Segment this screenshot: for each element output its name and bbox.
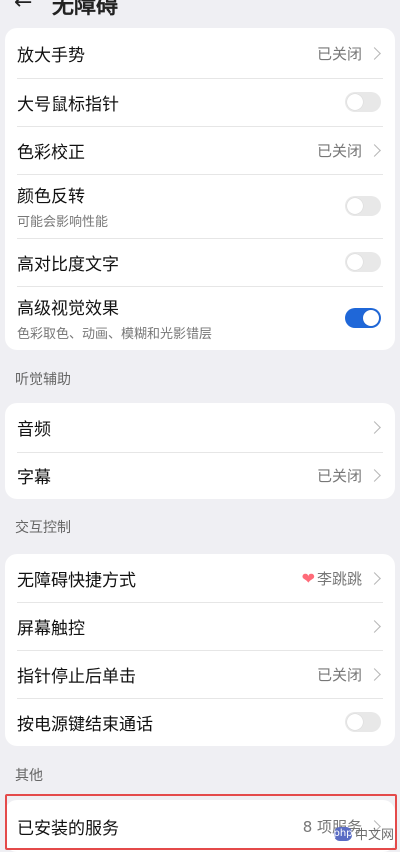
heart-icon: ❤ [301,568,315,588]
row-screen-touch[interactable]: 屏幕触控 [5,602,395,650]
chevron-right-icon [368,46,381,60]
toggle-knob [347,254,363,270]
row-subtitle: 可能会影响性能 [17,215,109,230]
row-label: 按电源键结束通话 [17,714,153,735]
row-value: 已关闭 [316,44,362,63]
page-title: 无障碍 [52,0,119,16]
chevron-right-icon [368,667,381,681]
row-color-inversion[interactable]: 颜色反转 可能会影响性能 [5,174,395,238]
watermark-logo: php [333,826,353,841]
row-label: 屏幕触控 [17,618,85,639]
toggle-knob [347,714,363,730]
toggle-switch[interactable] [345,712,381,732]
chevron-right-icon [368,469,381,482]
toggle-knob [347,198,363,214]
row-accessibility-shortcut[interactable]: 无障碍快捷方式 ❤ 李跳跳 [5,554,395,602]
row-label: 音频 [17,420,51,440]
toggle-switch[interactable] [345,308,381,328]
toggle-knob [347,94,363,110]
hearing-card: 音频 字幕 已关闭 [5,403,395,499]
title-bar: ← 无障碍 [0,0,400,16]
row-label: 高对比度文字 [17,254,119,275]
row-label: 高级视觉效果 [17,299,119,319]
row-dwell-click[interactable]: 指针停止后单击 已关闭 [5,650,395,698]
row-label: 大号鼠标指针 [17,94,119,115]
section-header-other: 其他 [15,768,43,784]
interaction-card: 无障碍快捷方式 ❤ 李跳跳 屏幕触控 指针停止后单击 已关闭 按电源键结束通话 [5,554,395,746]
section-header-interaction: 交互控制 [15,520,71,536]
watermark: php 中文网 [333,824,394,843]
row-value: 已关闭 [316,665,362,684]
row-subtitle: 色彩取色、动画、模糊和光影错层 [17,327,213,342]
toggle-knob [363,310,379,326]
row-value: 李跳跳 [316,569,362,588]
row-subtitles[interactable]: 字幕 已关闭 [5,452,395,499]
watermark-text: 中文网 [354,828,394,843]
toggle-switch[interactable] [345,92,381,112]
row-audio[interactable]: 音频 [5,403,395,452]
chevron-right-icon [368,143,381,157]
row-label: 指针停止后单击 [17,666,136,687]
row-label: 无障碍快捷方式 [17,570,136,591]
row-value: 已关闭 [316,141,362,160]
back-arrow-icon[interactable]: ← [14,0,32,15]
row-power-ends-call[interactable]: 按电源键结束通话 [5,698,395,746]
toggle-switch[interactable] [345,252,381,272]
row-color-correction[interactable]: 色彩校正 已关闭 [5,126,395,174]
row-magnify-gesture[interactable]: 放大手势 已关闭 [5,28,395,78]
row-advanced-visual-effects[interactable]: 高级视觉效果 色彩取色、动画、模糊和光影错层 [5,286,395,350]
row-label: 颜色反转 [17,187,85,207]
row-label: 色彩校正 [17,142,85,163]
row-label: 放大手势 [17,45,85,66]
row-value: 已关闭 [316,467,362,485]
chevron-right-icon [368,619,381,633]
row-high-contrast-text[interactable]: 高对比度文字 [5,238,395,286]
row-label: 字幕 [17,468,51,488]
chevron-right-icon [368,571,381,585]
chevron-right-icon [368,421,381,434]
section-header-hearing: 听觉辅助 [15,372,71,388]
row-large-pointer[interactable]: 大号鼠标指针 [5,78,395,126]
visual-card: 放大手势 已关闭 大号鼠标指针 色彩校正 已关闭 颜色反转 可能会影响性能 高对… [5,28,395,350]
row-label: 已安装的服务 [17,818,119,839]
toggle-switch[interactable] [345,196,381,216]
